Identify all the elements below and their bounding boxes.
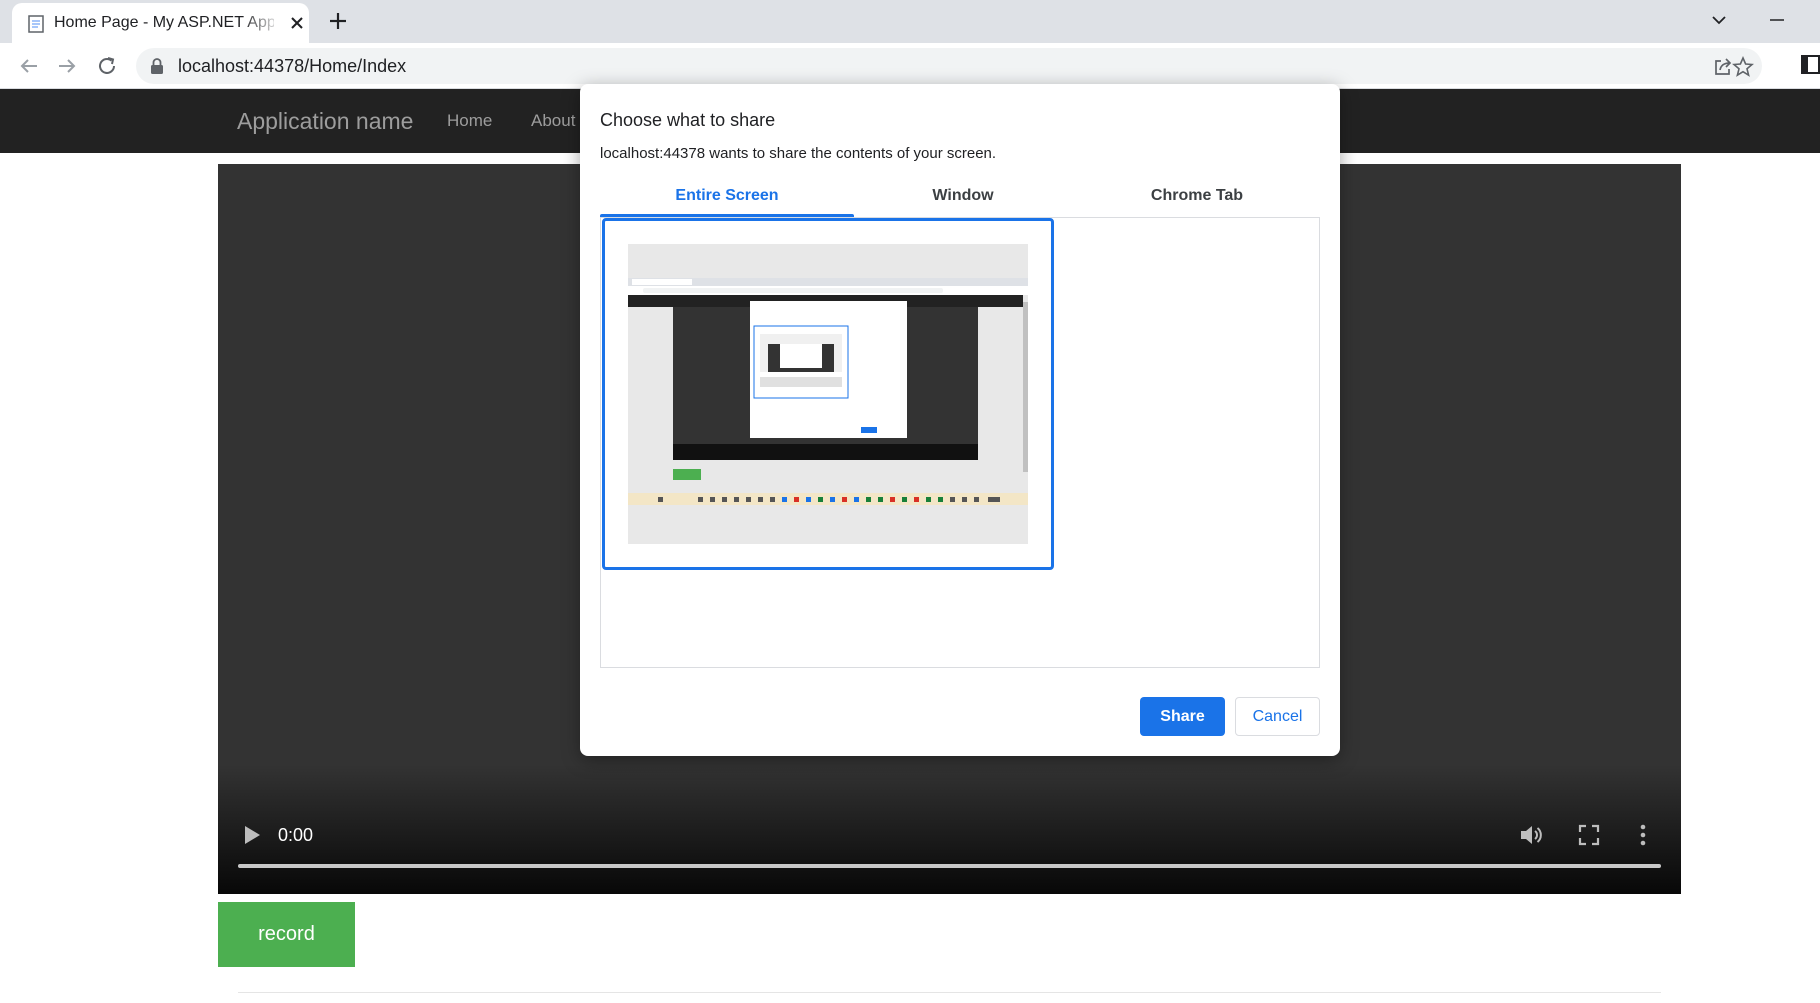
browser-tab[interactable]: Home Page - My ASP.NET Application [12,3,309,43]
video-progress-bar[interactable] [238,864,1661,868]
tab-entire-screen[interactable]: Entire Screen [600,186,854,206]
plus-icon[interactable] [326,9,350,33]
nav-about-link[interactable]: About [531,110,575,132]
share-icon[interactable] [1712,56,1734,78]
side-panel-icon[interactable] [1800,53,1820,77]
back-icon[interactable] [16,53,42,79]
screen-option[interactable] [602,218,1054,570]
tab-title-fade [242,9,282,37]
lock-icon[interactable] [150,58,164,74]
fullscreen-icon[interactable] [1578,824,1600,846]
brand-link[interactable]: Application name [237,107,413,135]
address-bar[interactable]: localhost:44378/Home/Index [136,48,1762,84]
browser-tabstrip: Home Page - My ASP.NET Application [0,0,1820,43]
browser-toolbar: localhost:44378/Home/Index [0,43,1820,89]
chevron-down-icon[interactable] [1708,9,1730,31]
share-source-list [600,217,1320,668]
screen-preview-thumbnail [628,244,1028,544]
volume-icon[interactable] [1518,822,1544,848]
close-icon[interactable] [288,14,306,32]
record-button[interactable]: record [218,902,355,967]
reload-icon[interactable] [94,53,120,79]
play-icon[interactable] [242,824,262,846]
tab-title: Home Page - My ASP.NET Application [54,14,274,31]
cancel-button[interactable]: Cancel [1235,697,1320,736]
forward-icon[interactable] [54,53,80,79]
dialog-description: localhost:44378 wants to share the conte… [600,145,997,162]
url-text[interactable]: localhost:44378/Home/Index [178,56,406,76]
tab-window[interactable]: Window [836,186,1090,206]
tab-chrome-tab[interactable]: Chrome Tab [1070,186,1324,206]
video-controls-gradient [218,764,1681,894]
minimize-icon[interactable] [1766,9,1788,31]
more-options-icon[interactable] [1638,822,1648,848]
share-button[interactable]: Share [1140,697,1225,736]
page-divider [238,992,1661,993]
star-icon[interactable] [1732,56,1754,78]
video-time: 0:00 [278,825,314,845]
nav-home-link[interactable]: Home [447,110,492,132]
share-dialog: Choose what to share localhost:44378 wan… [580,84,1340,756]
document-icon [28,15,44,33]
dialog-title: Choose what to share [600,110,776,130]
